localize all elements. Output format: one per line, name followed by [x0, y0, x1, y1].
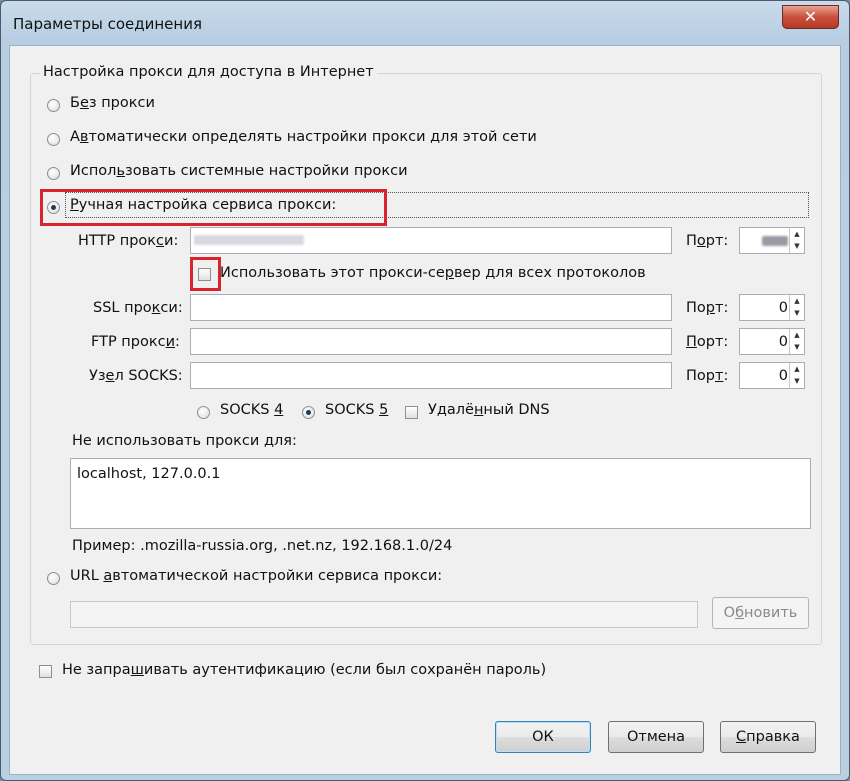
use-for-all-label[interactable]: Использовать этот прокси-сервер для всех…	[220, 265, 646, 281]
no-auth-label[interactable]: Не запрашивать аутентификацию (если был …	[62, 662, 546, 678]
remote-dns-checkbox[interactable]	[405, 406, 418, 419]
ssl-proxy-input[interactable]	[190, 294, 672, 321]
window-title: Параметры соединения	[13, 15, 202, 33]
cancel-button[interactable]: Отмена	[608, 721, 704, 753]
dialog-client-area: Настройка прокси для доступа в Интернет …	[9, 45, 841, 775]
redacted-http-host	[194, 235, 304, 245]
system-proxy-radio[interactable]	[47, 167, 60, 180]
no-proxy-label[interactable]: Без прокси	[70, 95, 155, 111]
socks5-label[interactable]: SOCKS 5	[325, 402, 388, 418]
no-proxy-for-value: localhost, 127.0.0.1	[77, 466, 221, 482]
example-text: Пример: .mozilla-russia.org, .net.nz, 19…	[72, 538, 453, 554]
ftp-port-label: Порт:	[686, 334, 729, 350]
socks4-radio[interactable]	[197, 406, 210, 419]
ftp-port-spinner[interactable]: 0 ▲ ▼	[739, 328, 805, 355]
help-button[interactable]: Справка	[720, 721, 816, 753]
system-proxy-label[interactable]: Использовать системные настройки прокси	[70, 163, 408, 179]
spinner-arrows-icon[interactable]: ▲ ▼	[789, 329, 804, 354]
http-proxy-input[interactable]	[190, 227, 672, 254]
http-proxy-label: HTTP прокси:	[78, 233, 179, 249]
spinner-arrows-icon[interactable]: ▲ ▼	[789, 295, 804, 320]
proxy-group-legend: Настройка прокси для доступа в Интернет	[40, 64, 377, 80]
no-proxy-for-textarea[interactable]: localhost, 127.0.0.1	[70, 458, 811, 529]
close-button[interactable]: ✕	[782, 5, 839, 29]
redacted-http-port	[762, 236, 788, 246]
ftp-proxy-label: FTP прокси:	[91, 334, 180, 350]
ok-button[interactable]: ОК	[495, 721, 591, 753]
socks-host-input[interactable]	[190, 362, 672, 389]
socks4-label[interactable]: SOCKS 4	[220, 402, 283, 418]
no-proxy-for-label: Не использовать прокси для:	[72, 433, 297, 449]
reload-button[interactable]: Обновить	[712, 597, 809, 629]
socks-host-label: Узел SOCKS:	[89, 368, 183, 384]
socks-port-spinner[interactable]: 0 ▲ ▼	[739, 362, 805, 389]
spinner-arrows-icon[interactable]: ▲ ▼	[789, 363, 804, 388]
spinner-arrows-icon[interactable]: ▲ ▼	[789, 228, 804, 253]
title-bar[interactable]: Параметры соединения ✕	[1, 1, 849, 45]
auto-detect-label[interactable]: Автоматически определять настройки прокс…	[70, 129, 537, 145]
ssl-port-label: Порт:	[686, 300, 729, 316]
auto-detect-radio[interactable]	[47, 133, 60, 146]
proxy-settings-group	[30, 73, 822, 645]
auto-url-radio[interactable]	[47, 572, 60, 585]
dialog-window: Параметры соединения ✕ Настройка прокси …	[0, 0, 850, 781]
ssl-port-spinner[interactable]: 0 ▲ ▼	[739, 294, 805, 321]
auto-url-input[interactable]	[70, 601, 698, 628]
socks-port-label: Порт:	[686, 368, 729, 384]
auto-url-label[interactable]: URL автоматической настройки сервиса про…	[70, 568, 442, 584]
remote-dns-label[interactable]: Удалённый DNS	[428, 402, 550, 418]
http-port-label: Порт:	[686, 233, 729, 249]
ssl-port-value: 0	[778, 300, 788, 316]
http-port-spinner[interactable]: ▲ ▼	[739, 227, 805, 254]
ssl-proxy-label: SSL прокси:	[93, 300, 183, 316]
ftp-proxy-input[interactable]	[190, 328, 672, 355]
close-icon: ✕	[803, 7, 818, 26]
socks-port-value: 0	[778, 368, 788, 384]
ftp-port-value: 0	[778, 334, 788, 350]
socks5-radio[interactable]	[302, 406, 315, 419]
manual-highlight-box	[40, 189, 387, 226]
checkbox-highlight-box	[190, 257, 221, 291]
no-proxy-radio[interactable]	[47, 99, 60, 112]
no-auth-checkbox[interactable]	[39, 665, 52, 678]
